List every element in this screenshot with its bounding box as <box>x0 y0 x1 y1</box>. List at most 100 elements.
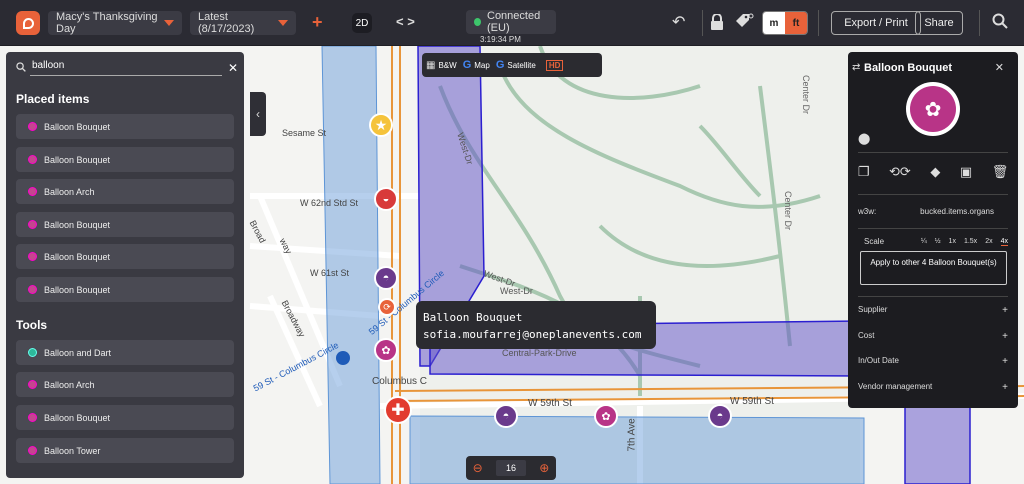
street-label: W 61st St <box>310 268 350 278</box>
scale-option[interactable]: 1.5x <box>964 238 977 245</box>
scale-option[interactable]: 1x <box>949 238 956 245</box>
divider <box>858 194 1008 195</box>
expand-icon[interactable]: + <box>1002 356 1008 367</box>
zoom-in-icon[interactable]: ⊕ <box>539 461 549 475</box>
first-aid-marker-icon[interactable]: ✚ <box>384 396 412 424</box>
street-label: Sesame St <box>282 128 327 138</box>
expand-icon[interactable]: + <box>1002 382 1008 393</box>
tool-item[interactable]: Balloon and Dart <box>16 340 234 365</box>
lock-icon[interactable] <box>710 13 724 33</box>
view-2d-button[interactable]: 2D <box>352 13 372 33</box>
scale-option[interactable]: ½ <box>935 238 941 245</box>
unit-m-button[interactable]: m <box>763 12 785 34</box>
hat-marker-icon[interactable]: ◓ <box>494 404 518 428</box>
clock-time: 3:19:34 PM <box>480 35 521 44</box>
balloon-marker-icon[interactable]: ✿ <box>594 404 618 428</box>
clear-search-icon[interactable]: ✕ <box>228 61 238 75</box>
collapse-panel-button[interactable]: ‹ <box>250 92 266 136</box>
panel-title: Balloon Bouquet <box>864 62 952 74</box>
map-button[interactable]: Map <box>474 61 490 70</box>
expand-icon[interactable]: + <box>1002 305 1008 316</box>
search-icon[interactable] <box>992 13 1008 34</box>
swap-icon[interactable]: ⇄ <box>852 62 860 73</box>
supplier-row[interactable]: Supplier + <box>858 305 1008 316</box>
balloon-marker-icon[interactable]: ✿ <box>374 338 398 362</box>
tag-icon[interactable]: ◆ <box>930 164 940 184</box>
balloon-arch-icon <box>28 187 37 196</box>
bw-button[interactable]: B&W <box>438 61 456 70</box>
app-logo[interactable] <box>16 11 40 35</box>
unit-toggle[interactable]: m ft <box>762 11 808 35</box>
refresh-marker-icon[interactable]: ⟳ <box>378 298 396 316</box>
list-item[interactable]: Balloon Bouquet <box>16 114 234 139</box>
close-icon[interactable]: ✕ <box>995 61 1004 74</box>
zoom-out-icon[interactable]: ⊖ <box>473 461 483 475</box>
google-icon: G <box>495 59 505 71</box>
scale-option[interactable]: ¼ <box>921 238 927 245</box>
item-tooltip: Balloon Bouquet sofia.moufarrej@oneplane… <box>416 301 656 349</box>
item-label: Balloon Bouquet <box>44 412 111 423</box>
expand-icon[interactable]: + <box>1002 331 1008 342</box>
duplicate-icon[interactable]: ❐ <box>858 164 870 184</box>
unit-ft-button[interactable]: ft <box>785 12 807 34</box>
map-type-controls: ▦ B&W G Map G Satellite HD <box>422 53 602 77</box>
scale-option[interactable]: 2x <box>985 238 992 245</box>
share-button[interactable]: Share <box>915 11 963 35</box>
hat-marker-icon[interactable]: ◓ <box>374 266 398 290</box>
balloon-bouquet-icon <box>28 252 37 261</box>
code-icon[interactable]: < > <box>396 14 415 29</box>
star-marker-icon[interactable]: ★ <box>369 113 393 137</box>
hd-button[interactable]: HD <box>545 59 564 71</box>
street-label: 7th Ave <box>626 418 638 452</box>
apply-to-others-button[interactable]: Apply to other 4 Balloon Bouquet(s) <box>860 251 1007 285</box>
hat-marker-icon[interactable]: ◓ <box>708 404 732 428</box>
balloon-bouquet-icon <box>28 220 37 229</box>
item-label: Balloon Arch <box>44 379 95 390</box>
zoom-control: ⊖ 16 ⊕ <box>466 456 556 480</box>
list-item[interactable]: Balloon Arch <box>16 179 234 204</box>
list-item[interactable]: Balloon Bouquet <box>16 212 234 237</box>
tool-item[interactable]: Balloon Tower <box>16 438 234 463</box>
version-dropdown[interactable]: Latest (8/17/2023) <box>190 11 296 35</box>
search-bar: balloon ✕ <box>16 58 238 78</box>
item-label: Balloon Arch <box>44 186 95 197</box>
event-name: Macy's Thanksgiving Day <box>56 11 158 35</box>
street-label: W 59th St <box>730 396 774 407</box>
item-details-panel: ⇄ Balloon Bouquet ✕ ✿ ⬤ ❐ ⟲⟳ ◆ ▣ 🗑 w3w: … <box>848 52 1018 408</box>
undo-icon[interactable]: ↶ <box>672 12 685 32</box>
location-pin-icon[interactable]: ⬤ <box>858 132 870 145</box>
export-print-button[interactable]: Export / Print <box>831 11 921 35</box>
section-label: Supplier <box>858 305 888 314</box>
mask-marker-icon[interactable]: ◒ <box>374 187 398 211</box>
street-label: West-Dr <box>500 286 533 296</box>
chevron-down-icon <box>164 20 174 26</box>
delete-icon[interactable]: 🗑 <box>992 164 1009 184</box>
search-icon <box>16 61 30 75</box>
w3w-row: w3w: bucked.items.organs <box>858 207 1008 216</box>
item-label: Balloon Bouquet <box>44 284 111 295</box>
balloon-bouquet-icon <box>28 285 37 294</box>
list-item[interactable]: Balloon Bouquet <box>16 244 234 269</box>
search-input[interactable]: balloon <box>30 60 222 76</box>
item-label: Balloon Bouquet <box>44 219 111 230</box>
scale-option-active[interactable]: 4x <box>1000 238 1008 246</box>
vendor-management-row[interactable]: Vendor management + <box>858 382 1008 393</box>
cost-row[interactable]: Cost + <box>858 331 1008 342</box>
chevron-down-icon <box>278 20 288 26</box>
tag-visibility-icon[interactable] <box>735 13 755 34</box>
add-icon[interactable]: + <box>312 13 323 31</box>
event-dropdown[interactable]: Macy's Thanksgiving Day <box>48 11 182 35</box>
rotate-icon[interactable]: ⟲⟳ <box>889 164 911 184</box>
satellite-button[interactable]: Satellite <box>507 61 535 70</box>
tool-item[interactable]: Balloon Arch <box>16 372 234 397</box>
chevron-left-icon: ‹ <box>256 107 260 121</box>
in-out-date-row[interactable]: In/Out Date + <box>858 356 1008 367</box>
tool-item[interactable]: Balloon Bouquet <box>16 405 234 430</box>
street-label: Center Dr <box>801 75 811 115</box>
list-item[interactable]: Balloon Bouquet <box>16 277 234 302</box>
list-item[interactable]: Balloon Bouquet <box>16 147 234 172</box>
balloon-dart-icon <box>28 348 37 357</box>
lock-icon[interactable]: ▣ <box>960 164 972 184</box>
version-name: Latest (8/17/2023) <box>198 11 255 35</box>
street-label: Center Dr <box>783 191 793 231</box>
